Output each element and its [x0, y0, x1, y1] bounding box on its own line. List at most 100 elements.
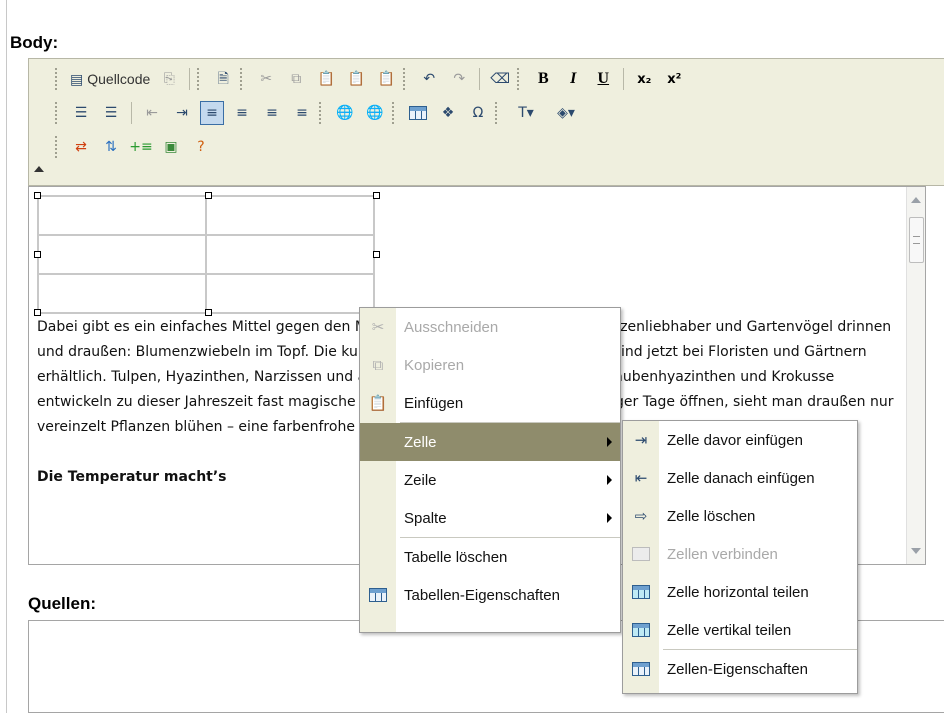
submenu-item-delete-cell[interactable]: ⇨ Zelle löschen [623, 497, 857, 535]
paste-icon: 📋 [368, 395, 388, 412]
table-cell[interactable] [37, 234, 207, 275]
menu-item-table-properties[interactable]: Tabellen-Eigenschaften [360, 576, 620, 614]
cut-icon: ✂ [260, 71, 273, 87]
menu-item-cell[interactable]: Zelle [360, 423, 620, 461]
submenu-item-label: Zelle danach einfügen [667, 469, 815, 487]
help-button[interactable]: ? [189, 135, 213, 159]
toolbar-row-1: ▤ Quellcode ⎘ 🗎 ✂ ⧉ 📋 📋 📋 ↶ ↷ ⌫ B I U x₂… [53, 63, 689, 95]
toolbar-separator [189, 68, 191, 90]
toolbar-grip[interactable] [55, 68, 60, 90]
menu-item-label: Kopieren [404, 356, 465, 374]
background-color-button[interactable]: ◈▾ [549, 101, 583, 125]
subscript-button[interactable]: x₂ [632, 67, 656, 91]
new-page-button[interactable]: 🗎 [211, 67, 235, 91]
align-right-button[interactable]: ≡ [260, 101, 284, 125]
table-button[interactable] [406, 101, 430, 125]
text-color-button[interactable]: T▾ [509, 101, 543, 125]
insert-cell-before-icon: ⇥ [634, 432, 648, 449]
insert-row-button[interactable]: +≡ [129, 135, 153, 159]
align-justify-icon: ≡ [296, 105, 308, 121]
submenu-item-split-vertical[interactable]: Zelle vertikal teilen [623, 611, 857, 649]
toolbar-grip [403, 68, 408, 90]
redo-button[interactable]: ↷ [447, 67, 471, 91]
unlink-icon: 🌐 [366, 105, 384, 121]
superscript-button[interactable]: x² [662, 67, 686, 91]
outdent-button[interactable]: ⇤ [140, 101, 164, 125]
editor-scrollbar[interactable] [906, 187, 925, 564]
table-cell[interactable] [37, 195, 207, 236]
table-properties-icon [368, 585, 388, 605]
table-cell[interactable] [205, 234, 375, 275]
toolbar-collapse-icon[interactable] [34, 166, 44, 172]
menu-item-cut[interactable]: ✂ Ausschneiden [360, 308, 620, 346]
eraser-icon: ⌫ [490, 71, 511, 87]
paste-text-button[interactable]: 📋 [344, 67, 368, 91]
outdent-icon: ⇤ [146, 105, 158, 121]
special-object-button[interactable]: ❖ [436, 101, 460, 125]
submenu-item-split-horizontal[interactable]: Zelle horizontal teilen [623, 573, 857, 611]
submenu-item-label: Zelle löschen [667, 507, 756, 525]
underline-button[interactable]: U [591, 67, 615, 91]
insert-block-button[interactable]: ⇅ [99, 135, 123, 159]
bold-button[interactable]: B [531, 67, 555, 91]
align-right-icon: ≡ [266, 105, 278, 121]
insert-image-button[interactable]: ▣ [159, 135, 183, 159]
undo-icon: ↶ [423, 71, 436, 87]
remove-format-button[interactable]: ⌫ [488, 67, 512, 91]
toolbar-separator [131, 102, 132, 124]
align-center-button[interactable]: ≡ [230, 101, 254, 125]
menu-item-copy[interactable]: ⧉ Kopieren [360, 346, 620, 384]
source-button[interactable]: ▤ Quellcode [66, 67, 154, 91]
resize-handle[interactable] [373, 251, 380, 258]
table-cell[interactable] [205, 273, 375, 314]
bold-label: B [537, 70, 549, 87]
source-label: Quellcode [87, 71, 151, 87]
redo-icon: ↷ [453, 71, 466, 87]
toolbar-separator [623, 68, 625, 90]
align-left-button[interactable]: ≡ [200, 101, 224, 125]
toolbar-grip[interactable] [55, 136, 60, 158]
submenu-arrow-icon [607, 475, 612, 485]
menu-item-row[interactable]: Zeile [360, 461, 620, 499]
submenu-item-label: Zelle horizontal teilen [667, 583, 809, 601]
indent-button[interactable]: ⇥ [170, 101, 194, 125]
align-justify-button[interactable]: ≡ [290, 101, 314, 125]
paste-disabled-button[interactable]: ⎘ [157, 67, 181, 91]
copy-button[interactable]: ⧉ [284, 67, 308, 91]
toolbar-grip[interactable] [55, 102, 60, 124]
toolbar-row-2: ☰ ☰ ⇤ ⇥ ≡ ≡ ≡ ≡ 🌐 🌐 ❖ Ω T▾ ◈▾ [53, 97, 586, 129]
menu-item-column[interactable]: Spalte [360, 499, 620, 537]
resize-handle[interactable] [373, 192, 380, 199]
unlink-button[interactable]: 🌐 [363, 101, 387, 125]
resize-handle[interactable] [205, 192, 212, 199]
source-icon: ▤ [70, 70, 84, 87]
undo-button[interactable]: ↶ [417, 67, 441, 91]
scroll-thumb[interactable] [909, 217, 924, 263]
table-cell[interactable] [37, 273, 207, 314]
submenu-item-cell-properties[interactable]: Zellen-Eigenschaften [623, 650, 857, 688]
special-char-button[interactable]: Ω [466, 101, 490, 125]
resize-handle[interactable] [34, 192, 41, 199]
cut-button[interactable]: ✂ [254, 67, 278, 91]
paste-word-button[interactable]: 📋 [374, 67, 398, 91]
numbered-list-button[interactable]: ☰ [69, 101, 93, 125]
editor-table[interactable] [37, 195, 375, 314]
insert-widget-button[interactable]: ⇄ [69, 135, 93, 159]
table-cell[interactable] [205, 195, 375, 236]
scroll-down-icon[interactable] [911, 548, 921, 554]
italic-button[interactable]: I [561, 67, 585, 91]
resize-handle[interactable] [34, 251, 41, 258]
menu-item-delete-table[interactable]: Tabelle löschen [360, 538, 620, 576]
link-button[interactable]: 🌐 [333, 101, 357, 125]
scroll-up-icon[interactable] [911, 197, 921, 203]
menu-item-paste[interactable]: 📋 Einfügen [360, 384, 620, 422]
merge-cells-icon [631, 544, 651, 564]
submenu-item-merge-cells[interactable]: Zellen verbinden [623, 535, 857, 573]
submenu-item-insert-after[interactable]: ⇤ Zelle danach einfügen [623, 459, 857, 497]
paste-word-icon: 📋 [377, 71, 395, 87]
paste-button[interactable]: 📋 [314, 67, 338, 91]
indent-icon: ⇥ [176, 105, 188, 121]
submenu-item-insert-before[interactable]: ⇥ Zelle davor einfügen [623, 421, 857, 459]
align-left-icon: ≡ [206, 105, 218, 121]
bulleted-list-button[interactable]: ☰ [99, 101, 123, 125]
